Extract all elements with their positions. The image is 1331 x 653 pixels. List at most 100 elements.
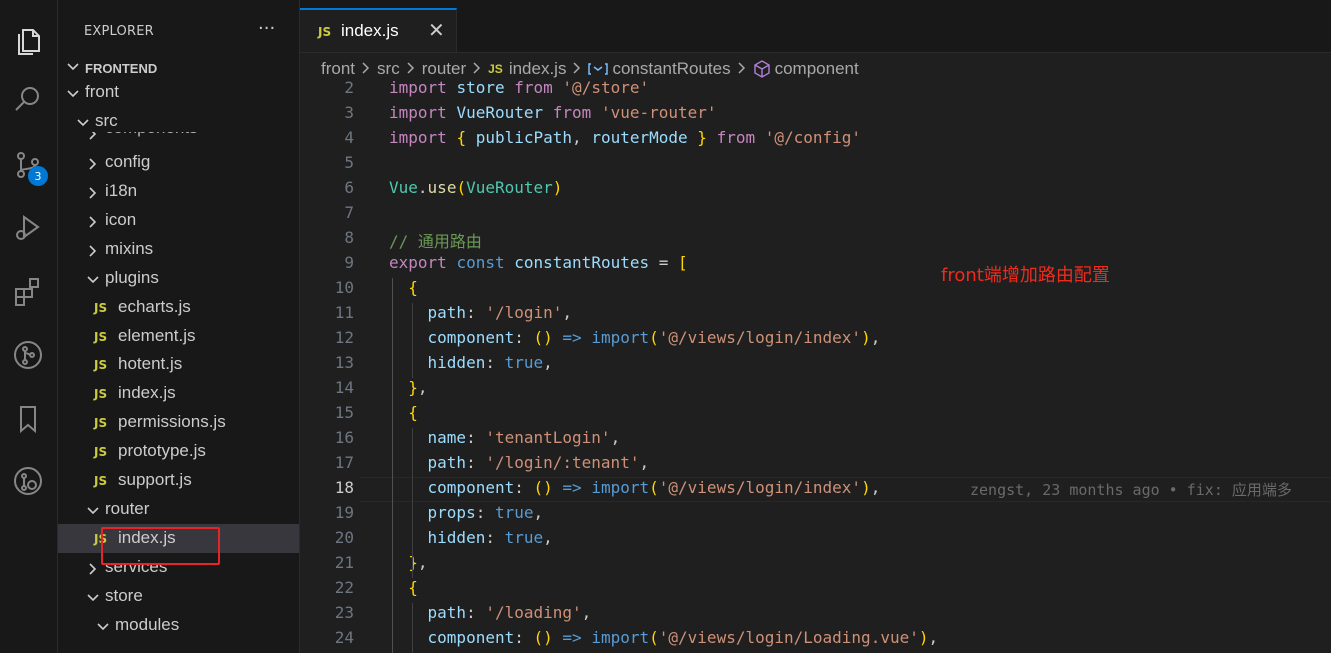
breadcrumb-label: index.js [508, 59, 567, 78]
code-line[interactable]: }, [389, 378, 427, 397]
code-line[interactable]: { [389, 278, 418, 297]
chevron-right-icon [472, 61, 482, 78]
code-line[interactable]: { [389, 403, 418, 422]
js-file-icon: JS [488, 62, 503, 76]
code-line[interactable]: export const constantRoutes = [ [389, 253, 688, 272]
code-line[interactable]: hidden: true, [389, 353, 553, 372]
code-line[interactable]: component: () => import('@/views/login/L… [389, 628, 939, 647]
tree-file-element-js[interactable]: JS element.js [58, 322, 299, 351]
source-control-badge: 3 [28, 166, 48, 186]
tree-item-label: i18n [105, 181, 138, 200]
tree-folder-i18n[interactable]: i18n [58, 177, 299, 206]
line-number: 8 [344, 228, 354, 247]
code-line[interactable]: name: 'tenantLogin', [389, 428, 621, 447]
close-icon[interactable]: ✕ [428, 18, 445, 42]
tree-item-label: front [85, 82, 120, 101]
tree-item-label: store [105, 586, 143, 605]
tree-folder-store[interactable]: store [58, 582, 299, 611]
chevron-right-icon [86, 243, 100, 263]
chevron-down-icon [86, 503, 100, 523]
tree-item-label: config [105, 152, 151, 171]
run-debug-icon[interactable] [9, 208, 47, 246]
tree-item-label: hotent.js [118, 354, 183, 373]
tree-folder-config[interactable]: config [58, 148, 299, 177]
js-file-icon: JS [94, 358, 108, 372]
line-number: 13 [334, 353, 354, 372]
workspace-section-header[interactable]: FRONTEND [58, 56, 299, 80]
tree-folder-icon[interactable]: icon [58, 206, 299, 235]
chevron-right-icon [406, 61, 416, 78]
bookmarks-icon[interactable] [9, 400, 47, 438]
breadcrumb-label: router [421, 59, 467, 78]
code-line[interactable]: Vue.use(VueRouter) [389, 178, 562, 197]
code-line[interactable]: import store from '@/store' [389, 78, 649, 97]
tree-folder-router[interactable]: router [58, 495, 299, 524]
tree-file-prototype-js[interactable]: JS prototype.js [58, 437, 299, 466]
code-line[interactable]: }, [389, 553, 427, 572]
chevron-right-icon [86, 132, 100, 146]
tree-file-support-js[interactable]: JS support.js [58, 466, 299, 495]
tree-item-label: components [105, 132, 198, 138]
tab-index-js[interactable]: JS index.js ✕ [300, 8, 457, 52]
breadcrumb-item[interactable]: component [753, 59, 859, 79]
code-line[interactable]: component: () => import('@/views/login/i… [389, 328, 881, 347]
code-line[interactable]: path: '/loading', [389, 603, 592, 622]
code-line[interactable]: component: () => import('@/views/login/i… [389, 478, 881, 497]
chevron-right-icon [737, 61, 747, 78]
line-number: 14 [334, 378, 354, 397]
tree-file-hotent-js[interactable]: JS hotent.js [58, 350, 299, 379]
git-graph-icon[interactable] [9, 336, 47, 374]
line-number: 18 [334, 478, 354, 497]
js-file-icon: JS [94, 474, 108, 488]
line-number: 21 [334, 553, 354, 572]
chevron-down-icon [66, 59, 80, 78]
line-number: 20 [334, 528, 354, 547]
line-number: 17 [334, 453, 354, 472]
search-icon[interactable] [9, 80, 47, 118]
line-number: 16 [334, 428, 354, 447]
chevron-right-icon [86, 156, 100, 176]
tree-folder-mixins[interactable]: mixins [58, 235, 299, 264]
chevron-right-icon [86, 214, 100, 234]
code-line[interactable]: // 通用路由 [389, 228, 482, 252]
js-file-icon: JS [94, 301, 108, 315]
breadcrumb-item[interactable]: src [377, 59, 400, 79]
code-line[interactable]: import { publicPath, routerMode } from '… [389, 128, 861, 147]
tree-file-echarts-js[interactable]: JS echarts.js [58, 293, 299, 322]
tree-folder-front[interactable]: front [58, 78, 299, 107]
breadcrumb-item[interactable]: router [422, 59, 466, 79]
tree-item-label: element.js [118, 326, 196, 345]
tree-item-label: support.js [118, 470, 192, 489]
line-number: 12 [334, 328, 354, 347]
code-line[interactable]: hidden: true, [389, 528, 553, 547]
explorer-icon[interactable] [9, 20, 47, 58]
code-line[interactable]: import VueRouter from 'vue-router' [389, 103, 717, 122]
breadcrumb-item[interactable]: constantRoutes [588, 59, 731, 79]
line-number: 24 [334, 628, 354, 647]
more-actions-button[interactable]: ··· [258, 18, 275, 39]
tree-file-index-js[interactable]: JS index.js [58, 379, 299, 408]
workspace-section-label: FRONTEND [85, 61, 158, 76]
code-line[interactable]: path: '/login/:tenant', [389, 453, 650, 472]
tree-folder-modules[interactable]: modules [58, 611, 299, 640]
code-editor[interactable]: front端增加路由配置 2 import store from '@/store… [300, 77, 1331, 653]
chevron-right-icon [86, 561, 100, 581]
line-number: 23 [334, 603, 354, 622]
tree-folder-components[interactable]: components [58, 132, 299, 146]
git-blame-annotation: zengst, 23 months ago • fix: 应用端多 [970, 481, 1292, 499]
code-line[interactable]: path: '/login', [389, 303, 573, 322]
tree-item-label: plugins [105, 268, 159, 287]
tree-folder-plugins[interactable]: plugins [58, 264, 299, 293]
tree-file-permissions-js[interactable]: JS permissions.js [58, 408, 299, 437]
timeline-icon[interactable] [9, 462, 47, 500]
chevron-down-icon [86, 272, 100, 292]
line-number: 5 [344, 153, 354, 172]
js-file-icon: JS [318, 25, 332, 39]
extensions-icon[interactable] [9, 272, 47, 310]
breadcrumb-item[interactable]: front [321, 59, 355, 79]
code-line[interactable]: { [389, 578, 418, 597]
tree-item-label: permissions.js [118, 412, 226, 431]
breadcrumb-item[interactable]: JS index.js [488, 59, 566, 79]
line-number: 6 [344, 178, 354, 197]
line-number: 19 [334, 503, 354, 522]
